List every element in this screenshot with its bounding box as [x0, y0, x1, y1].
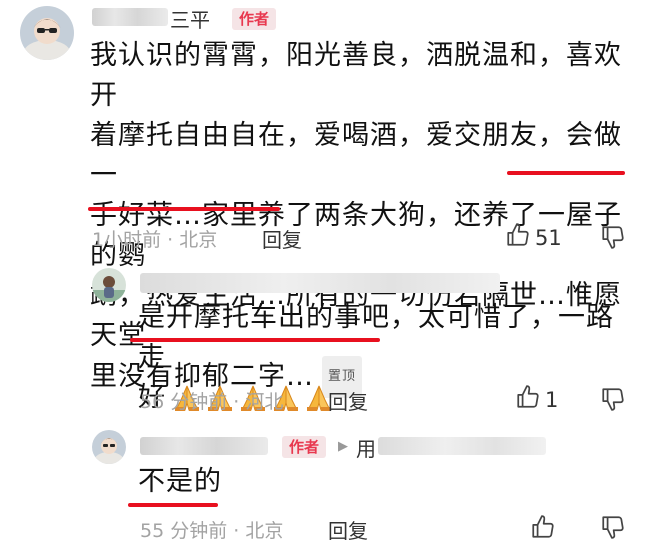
thumbs-down-icon[interactable] — [600, 386, 626, 416]
timestamp-location: 56 分钟前 · 河北 — [140, 391, 284, 413]
thumbs-up-icon — [505, 222, 531, 253]
thumbs-down-icon[interactable] — [600, 514, 626, 544]
reply-text: 不是的 — [138, 466, 222, 497]
blurred-username — [92, 8, 168, 26]
like-count: 1 — [545, 387, 559, 412]
highlight-underline — [128, 503, 218, 507]
reply-button[interactable]: 回复 — [328, 515, 368, 544]
thumbs-up-icon[interactable] — [530, 514, 556, 544]
play-arrow-icon: ▶ — [338, 439, 348, 454]
thumbs-down-icon[interactable] — [600, 224, 626, 254]
timestamp-location: 55 分钟前 · 北京 — [140, 520, 284, 542]
blurred-username — [378, 437, 546, 455]
like-button[interactable]: 1 — [515, 384, 558, 415]
reply-to-user[interactable]: 用 — [356, 433, 376, 462]
reply-button[interactable]: 回复 — [262, 224, 302, 253]
avatar[interactable] — [20, 6, 74, 60]
avatar[interactable] — [92, 268, 126, 302]
thumbs-up-icon — [515, 384, 541, 415]
like-count: 51 — [535, 225, 562, 250]
highlight-underline — [507, 171, 625, 175]
comment-line: 着摩托自由自在，爱喝酒，爱交朋友，会做一 — [90, 120, 622, 191]
comment-line: 我认识的霄霄，阳光善良，洒脱温和，喜欢开 — [90, 40, 622, 111]
highlight-underline — [88, 207, 280, 211]
username[interactable]: 三平 — [170, 4, 210, 33]
blurred-username — [140, 273, 500, 293]
avatar[interactable] — [92, 430, 126, 464]
author-tag: 作者 — [282, 436, 327, 458]
timestamp-location: 1小时前 · 北京 — [92, 229, 218, 251]
reply-button[interactable]: 回复 — [328, 386, 368, 415]
highlight-underline — [130, 338, 380, 342]
like-button[interactable]: 51 — [505, 222, 562, 253]
blurred-username — [140, 437, 268, 455]
author-tag: 作者 — [232, 8, 277, 30]
